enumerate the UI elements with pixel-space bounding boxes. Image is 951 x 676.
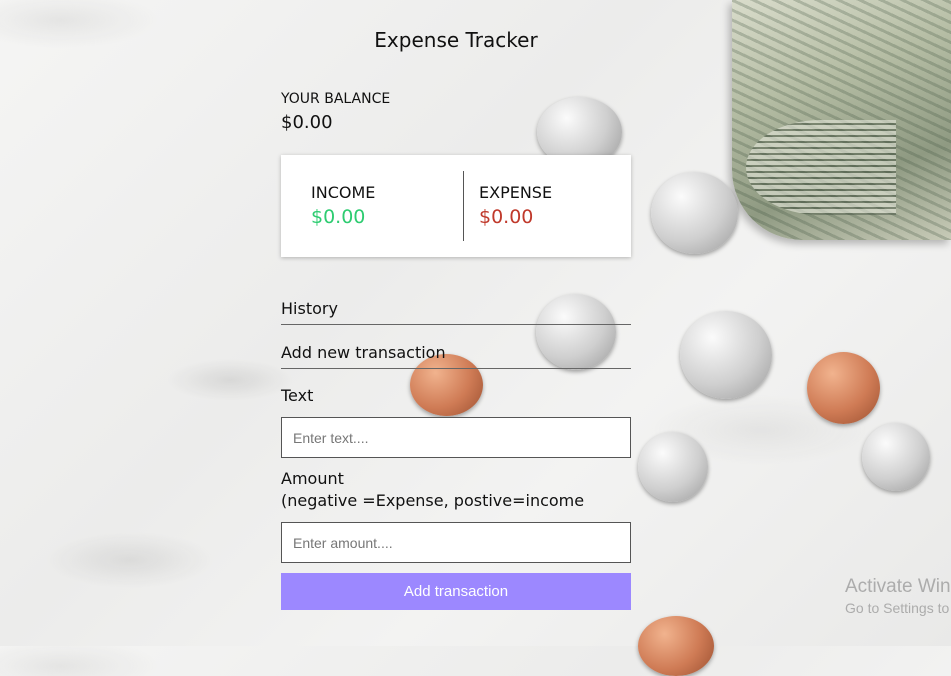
amount-label: Amount [281, 469, 344, 488]
coin-image [680, 311, 772, 399]
activate-windows-watermark: Activate Win Go to Settings to [845, 576, 951, 616]
watermark-title: Activate Win [845, 576, 951, 597]
coin-image [638, 616, 714, 676]
expense-section: EXPENSE $0.00 [463, 171, 631, 241]
dollar-bill-roll-image [732, 0, 951, 240]
history-heading: History [281, 299, 631, 325]
page-title: Expense Tracker [374, 28, 538, 52]
add-transaction-heading: Add new transaction [281, 343, 631, 369]
expense-value: $0.00 [479, 206, 534, 228]
income-section: INCOME $0.00 [281, 155, 463, 257]
income-expense-card: INCOME $0.00 EXPENSE $0.00 [281, 155, 631, 257]
balance-label: YOUR BALANCE [281, 91, 391, 107]
coin-image [651, 172, 738, 254]
amount-hint: (negative =Expense, postive=income [281, 491, 585, 510]
coin-image [862, 423, 930, 491]
coin-image [807, 352, 880, 424]
text-label: Text [281, 386, 314, 405]
income-value: $0.00 [311, 206, 366, 228]
expense-label: EXPENSE [479, 183, 553, 202]
add-transaction-button[interactable]: Add transaction [281, 573, 631, 610]
income-label: INCOME [311, 183, 376, 202]
amount-input[interactable] [281, 522, 631, 563]
watermark-subtitle: Go to Settings to [845, 600, 950, 616]
coin-image [638, 432, 708, 502]
balance-value: $0.00 [281, 112, 333, 133]
text-input[interactable] [281, 417, 631, 458]
